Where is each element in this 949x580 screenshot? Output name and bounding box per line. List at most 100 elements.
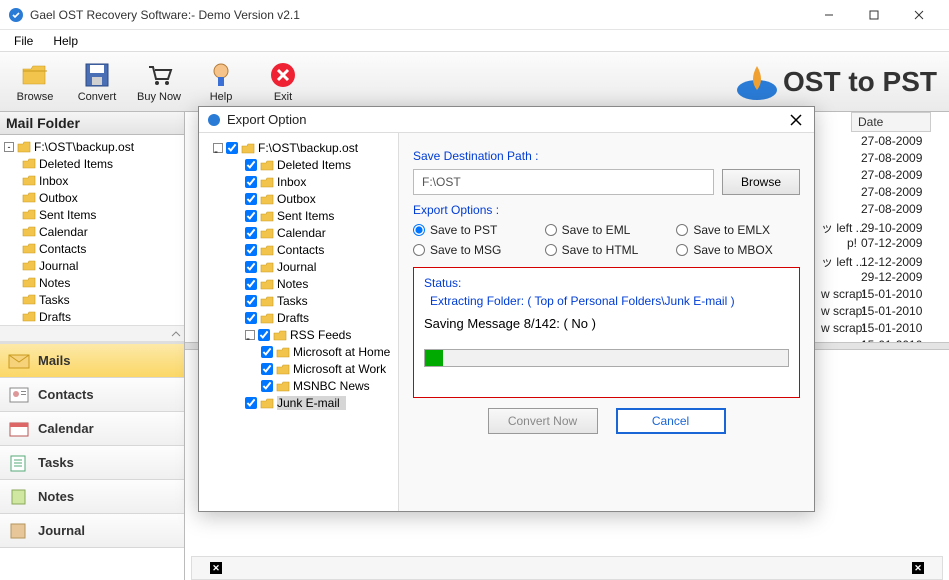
export-checkbox[interactable]	[245, 159, 257, 171]
grid-header-date[interactable]: Date	[851, 112, 931, 132]
brand-logo: OST to PST	[735, 62, 937, 102]
convert-now-button[interactable]: Convert Now	[488, 408, 598, 434]
export-tree-item[interactable]: Tasks	[203, 293, 394, 309]
export-checkbox[interactable]	[261, 380, 273, 392]
minimize-button[interactable]	[806, 0, 851, 30]
export-checkbox[interactable]	[245, 278, 257, 290]
export-tree-item[interactable]: Sent Items	[203, 208, 394, 224]
toolbar-exit[interactable]: Exit	[254, 55, 312, 109]
grid-row[interactable]: 27-08-2009	[821, 185, 931, 202]
export-tree-item[interactable]: Calendar	[203, 225, 394, 241]
grid-row[interactable]: w scrap!15-01-2010	[821, 304, 931, 321]
export-checkbox[interactable]	[245, 261, 257, 273]
grid-row[interactable]: ッ left ...12-12-2009	[821, 253, 931, 270]
nav-journal[interactable]: Journal	[0, 514, 184, 548]
export-tree-item[interactable]: Journal	[203, 259, 394, 275]
tree-item[interactable]: Outbox	[4, 190, 180, 206]
mail-icon	[8, 351, 30, 371]
brand-text: OST to PST	[783, 66, 937, 98]
export-checkbox[interactable]	[245, 176, 257, 188]
export-tree-item[interactable]: Inbox	[203, 174, 394, 190]
export-tree-item[interactable]: MSNBC News	[203, 378, 394, 394]
dialog-icon	[207, 113, 221, 127]
export-checkbox[interactable]	[245, 193, 257, 205]
save-path-input[interactable]	[413, 169, 714, 195]
tree-item[interactable]: Calendar	[4, 224, 180, 240]
tree-item[interactable]: Tasks	[4, 292, 180, 308]
tree-item[interactable]: Journal	[4, 258, 180, 274]
browse-button[interactable]: Browse	[722, 169, 800, 195]
export-checkbox[interactable]	[261, 346, 273, 358]
export-checkbox[interactable]	[245, 295, 257, 307]
nav-mails[interactable]: Mails	[0, 344, 184, 378]
nav-notes[interactable]: Notes	[0, 480, 184, 514]
tree-item[interactable]: Drafts	[4, 309, 180, 325]
nav-tasks[interactable]: Tasks	[0, 446, 184, 480]
grid-row[interactable]: 27-08-2009	[821, 202, 931, 219]
export-root-checkbox[interactable]	[226, 142, 238, 154]
radio-html[interactable]: Save to HTML	[545, 243, 669, 257]
export-checkbox[interactable]	[245, 397, 257, 409]
placeholder-x-icon: ✕	[912, 562, 924, 574]
export-tree-item[interactable]: Microsoft at Work	[203, 361, 394, 377]
grid-row[interactable]: 27-08-2009	[821, 168, 931, 185]
export-tree-junk[interactable]: Junk E-mail	[203, 395, 394, 411]
radio-msg[interactable]: Save to MSG	[413, 243, 537, 257]
export-tree-root[interactable]: - F:\OST\backup.ost	[203, 140, 394, 156]
grid-row[interactable]: w scrap!15-01-2010	[821, 338, 931, 342]
grid-row[interactable]: p!07-12-2009	[821, 236, 931, 253]
grid-row[interactable]: w scrap!15-01-2010	[821, 287, 931, 304]
titlebar: Gael OST Recovery Software:- Demo Versio…	[0, 0, 949, 30]
folder-icon	[276, 363, 290, 376]
tree-item[interactable]: Inbox	[4, 173, 180, 189]
preview-placeholder: ✕ ✕	[191, 556, 943, 580]
toolbar-help[interactable]: Help	[192, 55, 250, 109]
maximize-button[interactable]	[851, 0, 896, 30]
tree-item[interactable]: Deleted Items	[4, 156, 180, 172]
dialog-close-button[interactable]	[786, 110, 806, 130]
radio-eml[interactable]: Save to EML	[545, 223, 669, 237]
folder-icon	[260, 210, 274, 223]
export-tree-item[interactable]: Outbox	[203, 191, 394, 207]
grid-row[interactable]: ッ left ...29-10-2009	[821, 219, 931, 236]
nav-calendar[interactable]: Calendar	[0, 412, 184, 446]
nav-contacts[interactable]: Contacts	[0, 378, 184, 412]
export-checkbox[interactable]	[245, 227, 257, 239]
toolbar-buy[interactable]: Buy Now	[130, 55, 188, 109]
folder-tree[interactable]: - F:\OST\backup.ost Deleted ItemsInboxOu…	[0, 135, 184, 325]
export-checkbox[interactable]	[245, 210, 257, 222]
export-tree-item[interactable]: Microsoft at Home	[203, 344, 394, 360]
radio-mbox[interactable]: Save to MBOX	[676, 243, 800, 257]
radio-pst[interactable]: Save to PST	[413, 223, 537, 237]
notes-icon	[8, 487, 30, 507]
tree-item[interactable]: Notes	[4, 275, 180, 291]
export-tree-item[interactable]: Drafts	[203, 310, 394, 326]
menu-file[interactable]: File	[4, 32, 43, 50]
tree-scrollbar[interactable]	[0, 325, 184, 341]
close-button[interactable]	[896, 0, 941, 30]
export-checkbox[interactable]	[258, 329, 270, 341]
tree-root[interactable]: - F:\OST\backup.ost	[4, 139, 180, 155]
radio-emlx[interactable]: Save to EMLX	[676, 223, 800, 237]
nav-contacts-label: Contacts	[38, 387, 94, 402]
cancel-button[interactable]: Cancel	[616, 408, 726, 434]
export-checkbox[interactable]	[261, 363, 273, 375]
grid-row[interactable]: 29-12-2009	[821, 270, 931, 287]
export-tree-item[interactable]: Contacts	[203, 242, 394, 258]
menu-help[interactable]: Help	[43, 32, 88, 50]
toolbar-browse[interactable]: Browse	[6, 55, 64, 109]
tree-item[interactable]: Contacts	[4, 241, 180, 257]
tree-item[interactable]: Sent Items	[4, 207, 180, 223]
export-tree[interactable]: - F:\OST\backup.ost Deleted ItemsInboxOu…	[199, 133, 399, 511]
status-folder-line: Extracting Folder: ( Top of Personal Fol…	[430, 294, 789, 308]
grid-row[interactable]: w scrap!15-01-2010	[821, 321, 931, 338]
export-tree-item[interactable]: Deleted Items	[203, 157, 394, 173]
grid-row[interactable]: 27-08-2009	[821, 134, 931, 151]
dialog-titlebar: Export Option	[199, 107, 814, 133]
toolbar-convert[interactable]: Convert	[68, 55, 126, 109]
grid-row[interactable]: 27-08-2009	[821, 151, 931, 168]
export-checkbox[interactable]	[245, 312, 257, 324]
export-tree-rss[interactable]: -RSS Feeds	[203, 327, 394, 343]
export-checkbox[interactable]	[245, 244, 257, 256]
export-tree-item[interactable]: Notes	[203, 276, 394, 292]
